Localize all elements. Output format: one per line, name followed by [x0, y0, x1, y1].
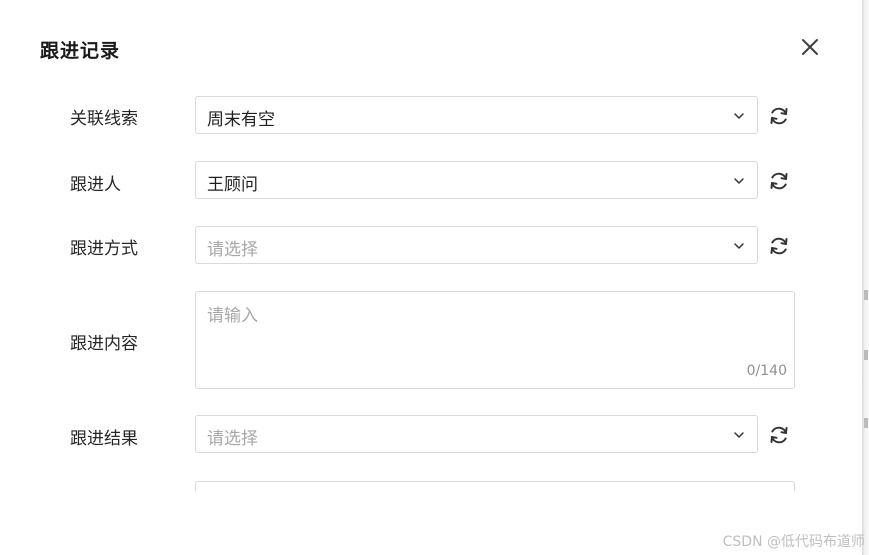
close-icon: [802, 39, 818, 55]
follower-value: 王顾问: [207, 175, 258, 195]
result-placeholder: 请选择: [207, 429, 258, 449]
related-clue-refresh-button[interactable]: [767, 104, 791, 128]
result-select[interactable]: 请选择: [195, 415, 758, 453]
dialog-title: 跟进记录: [40, 40, 121, 62]
chevron-down-icon: [734, 113, 744, 119]
related-clue-label: 关联线索: [70, 109, 138, 129]
content-char-counter: 0/140: [746, 363, 787, 379]
follower-label: 跟进人: [70, 175, 121, 195]
background-page-edge: [862, 0, 869, 555]
result-label: 跟进结果: [70, 429, 138, 449]
refresh-icon: [770, 107, 788, 125]
follow-up-dialog: 跟进记录 关联线索 周末有空 跟进人 王顾问 跟进方式 请选择 跟进内容 请输入…: [0, 0, 862, 555]
chevron-down-icon: [734, 243, 744, 249]
close-button[interactable]: [798, 35, 822, 59]
refresh-icon: [770, 172, 788, 190]
background-mark: [864, 418, 868, 428]
refresh-icon: [770, 426, 788, 444]
method-select[interactable]: 请选择: [195, 226, 758, 264]
content-label: 跟进内容: [70, 334, 138, 354]
refresh-icon: [770, 237, 788, 255]
watermark: CSDN @低代码布道师: [722, 534, 865, 550]
background-mark: [864, 350, 868, 360]
result-refresh-button[interactable]: [767, 423, 791, 447]
chevron-down-icon: [734, 432, 744, 438]
follower-select[interactable]: 王顾问: [195, 161, 758, 199]
content-placeholder: 请输入: [207, 306, 258, 326]
method-placeholder: 请选择: [207, 240, 258, 260]
follower-refresh-button[interactable]: [767, 169, 791, 193]
chevron-down-icon: [734, 178, 744, 184]
related-clue-select[interactable]: 周末有空: [195, 96, 758, 134]
content-textarea[interactable]: 请输入 0/140: [195, 291, 795, 389]
method-refresh-button[interactable]: [767, 234, 791, 258]
method-label: 跟进方式: [70, 239, 138, 259]
background-mark: [864, 290, 868, 300]
related-clue-value: 周末有空: [207, 110, 275, 130]
